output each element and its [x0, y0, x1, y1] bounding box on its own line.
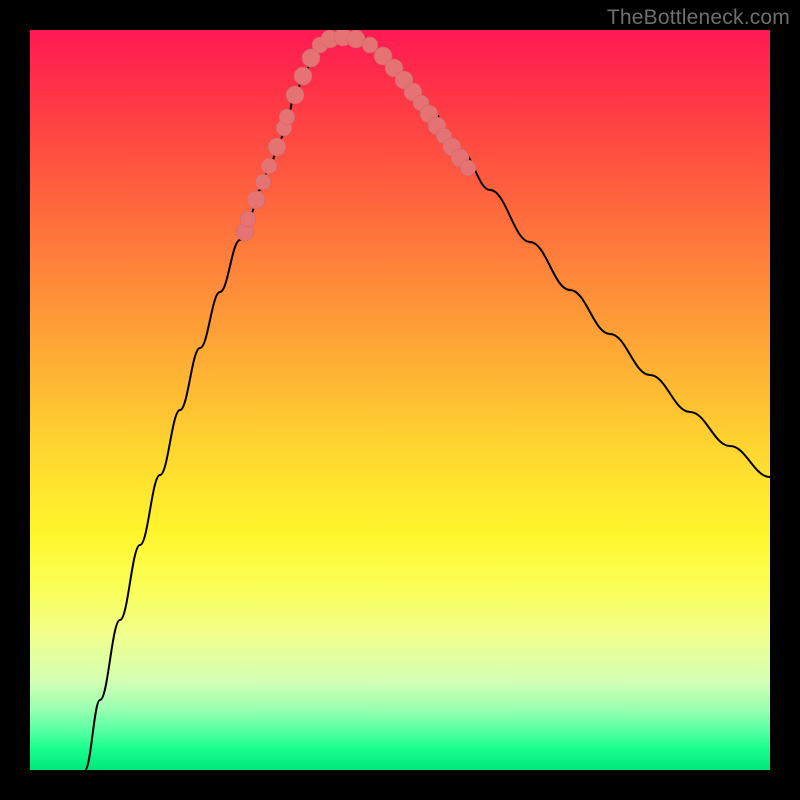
curve-marker: [268, 138, 286, 156]
chart-frame: [30, 30, 770, 770]
curve-marker: [294, 67, 312, 85]
curve-markers: [236, 30, 476, 241]
curve-marker: [261, 158, 277, 174]
watermark-text: TheBottleneck.com: [607, 6, 790, 30]
curve-marker: [460, 160, 476, 176]
chart-overlay: [30, 30, 770, 770]
curve-marker: [247, 191, 265, 209]
curve-marker: [286, 86, 304, 104]
bottleneck-curve: [85, 37, 770, 770]
curve-marker: [240, 211, 256, 227]
curve-marker: [279, 109, 295, 125]
curve-marker: [255, 174, 271, 190]
